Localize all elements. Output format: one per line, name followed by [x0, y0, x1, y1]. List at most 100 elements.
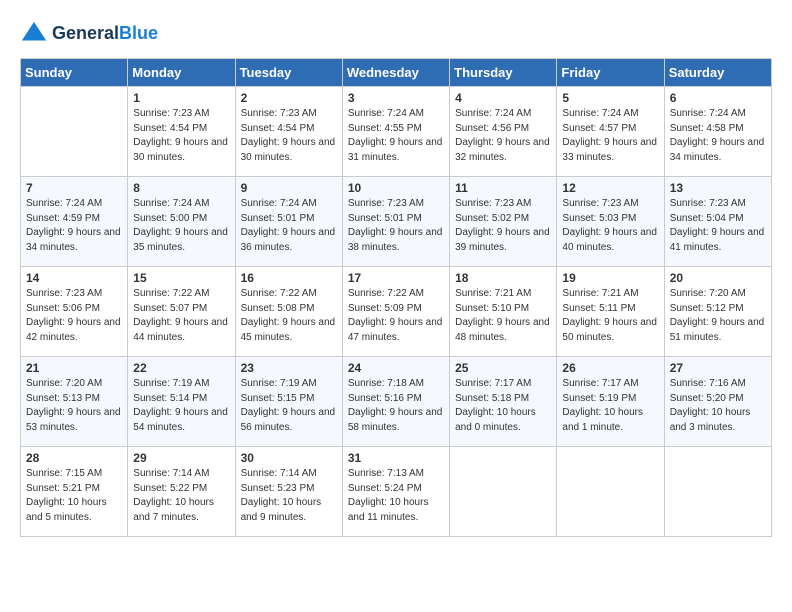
col-header-thursday: Thursday — [450, 59, 557, 87]
col-header-tuesday: Tuesday — [235, 59, 342, 87]
day-number: 28 — [26, 451, 122, 465]
cell-info: Sunrise: 7:21 AMSunset: 5:10 PMDaylight:… — [455, 287, 551, 345]
day-number: 5 — [562, 91, 658, 105]
col-header-wednesday: Wednesday — [342, 59, 449, 87]
day-number: 30 — [241, 451, 337, 465]
day-number: 17 — [348, 271, 444, 285]
cell-info: Sunrise: 7:17 AMSunset: 5:19 PMDaylight:… — [562, 377, 658, 435]
day-number: 22 — [133, 361, 229, 375]
cell-info: Sunrise: 7:15 AMSunset: 5:21 PMDaylight:… — [26, 467, 122, 525]
calendar-cell: 8 Sunrise: 7:24 AMSunset: 5:00 PMDaylight… — [128, 177, 235, 267]
day-number: 31 — [348, 451, 444, 465]
cell-info: Sunrise: 7:22 AMSunset: 5:07 PMDaylight:… — [133, 287, 229, 345]
cell-info: Sunrise: 7:16 AMSunset: 5:20 PMDaylight:… — [670, 377, 766, 435]
day-number: 19 — [562, 271, 658, 285]
calendar-cell: 31Sunrise: 7:13 AMSunset: 5:24 PMDayligh… — [342, 447, 449, 537]
calendar-cell: 19 Sunrise: 7:21 AMSunset: 5:11 PMDayligh… — [557, 267, 664, 357]
day-number: 18 — [455, 271, 551, 285]
day-number: 21 — [26, 361, 122, 375]
calendar-cell: 2 Sunrise: 7:23 AMSunset: 4:54 PMDaylight… — [235, 87, 342, 177]
cell-info: Sunrise: 7:24 AMSunset: 4:56 PMDaylight:… — [455, 107, 551, 165]
col-header-saturday: Saturday — [664, 59, 771, 87]
day-number: 25 — [455, 361, 551, 375]
calendar-cell: 5 Sunrise: 7:24 AMSunset: 4:57 PMDaylight… — [557, 87, 664, 177]
day-number: 12 — [562, 181, 658, 195]
cell-info: Sunrise: 7:22 AMSunset: 5:09 PMDaylight:… — [348, 287, 444, 345]
cell-info: Sunrise: 7:21 AMSunset: 5:11 PMDaylight:… — [562, 287, 658, 345]
cell-info: Sunrise: 7:22 AMSunset: 5:08 PMDaylight:… — [241, 287, 337, 345]
calendar-cell: 17 Sunrise: 7:22 AMSunset: 5:09 PMDayligh… — [342, 267, 449, 357]
cell-info: Sunrise: 7:23 AMSunset: 5:06 PMDaylight:… — [26, 287, 122, 345]
calendar-week-row: 1Sunrise: 7:23 AMSunset: 4:54 PMDaylight… — [21, 87, 772, 177]
day-number: 13 — [670, 181, 766, 195]
day-number: 15 — [133, 271, 229, 285]
calendar-table: SundayMondayTuesdayWednesdayThursdayFrid… — [20, 58, 772, 537]
calendar-cell: 14Sunrise: 7:23 AMSunset: 5:06 PMDayligh… — [21, 267, 128, 357]
calendar-cell: 28 Sunrise: 7:15 AMSunset: 5:21 PMDayligh… — [21, 447, 128, 537]
day-number: 4 — [455, 91, 551, 105]
cell-info: Sunrise: 7:23 AMSunset: 4:54 PMDaylight:… — [241, 107, 337, 165]
cell-info: Sunrise: 7:17 AMSunset: 5:18 PMDaylight:… — [455, 377, 551, 435]
day-number: 23 — [241, 361, 337, 375]
cell-info: Sunrise: 7:14 AMSunset: 5:23 PMDaylight:… — [241, 467, 337, 525]
cell-info: Sunrise: 7:24 AMSunset: 4:58 PMDaylight:… — [670, 107, 766, 165]
cell-info: Sunrise: 7:24 AMSunset: 4:55 PMDaylight:… — [348, 107, 444, 165]
calendar-cell — [557, 447, 664, 537]
calendar-cell: 23 Sunrise: 7:19 AMSunset: 5:15 PMDayligh… — [235, 357, 342, 447]
calendar-cell: 18 Sunrise: 7:21 AMSunset: 5:10 PMDayligh… — [450, 267, 557, 357]
logo-icon — [20, 20, 48, 48]
calendar-cell: 4 Sunrise: 7:24 AMSunset: 4:56 PMDaylight… — [450, 87, 557, 177]
calendar-cell: 6Sunrise: 7:24 AMSunset: 4:58 PMDaylight… — [664, 87, 771, 177]
calendar-cell: 12 Sunrise: 7:23 AMSunset: 5:03 PMDayligh… — [557, 177, 664, 267]
cell-info: Sunrise: 7:19 AMSunset: 5:15 PMDaylight:… — [241, 377, 337, 435]
cell-info: Sunrise: 7:24 AMSunset: 5:01 PMDaylight:… — [241, 197, 337, 255]
day-number: 8 — [133, 181, 229, 195]
cell-info: Sunrise: 7:23 AMSunset: 5:04 PMDaylight:… — [670, 197, 766, 255]
day-number: 7 — [26, 181, 122, 195]
calendar-cell: 10 Sunrise: 7:23 AMSunset: 5:01 PMDayligh… — [342, 177, 449, 267]
calendar-week-row: 7 Sunrise: 7:24 AMSunset: 4:59 PMDaylight… — [21, 177, 772, 267]
page-header: GeneralBlue — [20, 20, 772, 48]
calendar-cell: 24 Sunrise: 7:18 AMSunset: 5:16 PMDayligh… — [342, 357, 449, 447]
calendar-body: 1Sunrise: 7:23 AMSunset: 4:54 PMDaylight… — [21, 87, 772, 537]
cell-info: Sunrise: 7:23 AMSunset: 5:02 PMDaylight:… — [455, 197, 551, 255]
calendar-cell: 13 Sunrise: 7:23 AMSunset: 5:04 PMDayligh… — [664, 177, 771, 267]
cell-info: Sunrise: 7:24 AMSunset: 4:57 PMDaylight:… — [562, 107, 658, 165]
calendar-cell: 30 Sunrise: 7:14 AMSunset: 5:23 PMDayligh… — [235, 447, 342, 537]
calendar-cell: 3 Sunrise: 7:24 AMSunset: 4:55 PMDaylight… — [342, 87, 449, 177]
cell-info: Sunrise: 7:24 AMSunset: 5:00 PMDaylight:… — [133, 197, 229, 255]
day-number: 11 — [455, 181, 551, 195]
cell-info: Sunrise: 7:23 AMSunset: 4:54 PMDaylight:… — [133, 107, 229, 165]
calendar-cell: 15 Sunrise: 7:22 AMSunset: 5:07 PMDayligh… — [128, 267, 235, 357]
cell-info: Sunrise: 7:23 AMSunset: 5:03 PMDaylight:… — [562, 197, 658, 255]
calendar-cell: 22 Sunrise: 7:19 AMSunset: 5:14 PMDayligh… — [128, 357, 235, 447]
calendar-cell: 29Sunrise: 7:14 AMSunset: 5:22 PMDayligh… — [128, 447, 235, 537]
calendar-week-row: 28 Sunrise: 7:15 AMSunset: 5:21 PMDayligh… — [21, 447, 772, 537]
calendar-week-row: 14Sunrise: 7:23 AMSunset: 5:06 PMDayligh… — [21, 267, 772, 357]
calendar-cell — [450, 447, 557, 537]
cell-info: Sunrise: 7:23 AMSunset: 5:01 PMDaylight:… — [348, 197, 444, 255]
cell-info: Sunrise: 7:24 AMSunset: 4:59 PMDaylight:… — [26, 197, 122, 255]
day-number: 10 — [348, 181, 444, 195]
calendar-cell: 11 Sunrise: 7:23 AMSunset: 5:02 PMDayligh… — [450, 177, 557, 267]
col-header-sunday: Sunday — [21, 59, 128, 87]
day-number: 2 — [241, 91, 337, 105]
calendar-cell: 7 Sunrise: 7:24 AMSunset: 4:59 PMDaylight… — [21, 177, 128, 267]
day-number: 27 — [670, 361, 766, 375]
day-number: 3 — [348, 91, 444, 105]
cell-info: Sunrise: 7:14 AMSunset: 5:22 PMDaylight:… — [133, 467, 229, 525]
calendar-cell: 25 Sunrise: 7:17 AMSunset: 5:18 PMDayligh… — [450, 357, 557, 447]
col-header-friday: Friday — [557, 59, 664, 87]
calendar-cell: 9 Sunrise: 7:24 AMSunset: 5:01 PMDaylight… — [235, 177, 342, 267]
cell-info: Sunrise: 7:20 AMSunset: 5:12 PMDaylight:… — [670, 287, 766, 345]
day-number: 16 — [241, 271, 337, 285]
cell-info: Sunrise: 7:18 AMSunset: 5:16 PMDaylight:… — [348, 377, 444, 435]
calendar-cell: 1Sunrise: 7:23 AMSunset: 4:54 PMDaylight… — [128, 87, 235, 177]
day-number: 20 — [670, 271, 766, 285]
day-number: 26 — [562, 361, 658, 375]
cell-info: Sunrise: 7:19 AMSunset: 5:14 PMDaylight:… — [133, 377, 229, 435]
day-number: 24 — [348, 361, 444, 375]
col-header-monday: Monday — [128, 59, 235, 87]
day-number: 9 — [241, 181, 337, 195]
cell-info: Sunrise: 7:20 AMSunset: 5:13 PMDaylight:… — [26, 377, 122, 435]
